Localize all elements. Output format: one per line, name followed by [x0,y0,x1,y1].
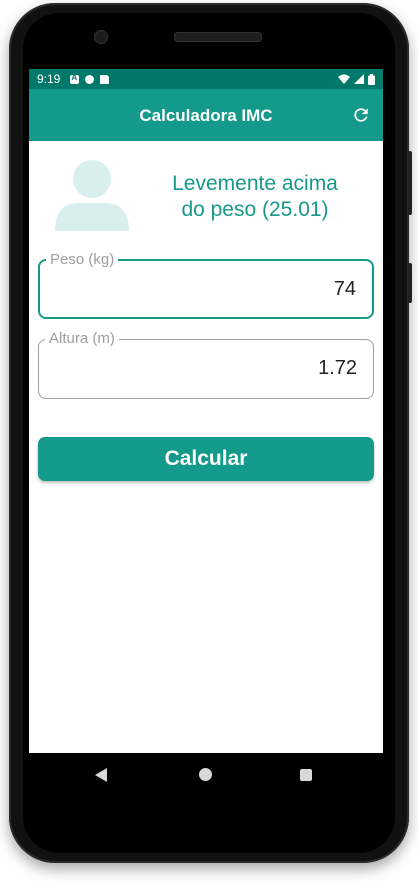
power-button [408,263,412,303]
recents-icon[interactable] [300,769,312,781]
sd-card-icon [100,74,110,84]
app-title: Calculadora IMC [139,106,273,125]
app-bar: Calculadora IMC [29,89,383,141]
bmi-result: Levemente acima do peso (25.01) [155,171,355,223]
refresh-icon[interactable] [351,105,371,125]
status-bar: 9:19 [29,69,383,89]
status-system-icons [338,73,375,85]
height-label: Altura (m) [45,330,119,347]
front-camera [94,30,108,44]
height-input[interactable] [155,356,359,381]
back-icon[interactable] [95,768,107,782]
weight-field[interactable]: Peso (kg) [38,251,374,319]
app-screen: 9:19 Calculadora IMC Leve [29,69,383,753]
bmi-result-line1: Levemente acima [172,172,338,195]
p-notification-icon [85,74,95,84]
status-time: 9:19 [37,72,61,86]
volume-button [408,151,412,215]
weight-label: Peso (kg) [46,251,119,268]
bmi-result-line2: do peso (25.01) [181,198,329,221]
person-avatar-icon [55,160,129,231]
status-notification-icons [70,73,110,84]
navigation-bar [29,753,383,797]
height-field[interactable]: Altura (m) [38,330,374,399]
a-notification-icon [70,73,80,84]
signal-icon [354,74,364,84]
earpiece-speaker [174,32,262,42]
wifi-icon [338,74,350,84]
battery-icon [368,73,375,85]
weight-input[interactable] [154,277,358,302]
home-icon[interactable] [199,768,212,781]
calculate-button[interactable]: Calcular [38,437,374,481]
